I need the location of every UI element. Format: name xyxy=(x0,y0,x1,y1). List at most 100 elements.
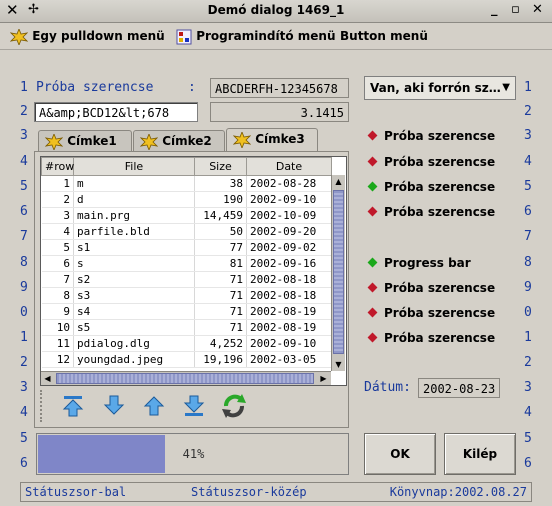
table-row[interactable]: 2 d 190 2002-09-10 xyxy=(41,191,332,208)
arrow-top-icon[interactable] xyxy=(60,393,86,419)
cell-row: 8 xyxy=(41,287,74,304)
ruler-digit: 4 xyxy=(20,154,28,169)
status-right: Könyvnap:2002.08.27 xyxy=(389,485,527,499)
horizontal-scroll-thumb[interactable] xyxy=(56,373,314,384)
cell-date: 2002-08-19 xyxy=(246,303,332,320)
tab-label: Címke2 xyxy=(162,134,212,148)
pin-icon[interactable]: ✢ xyxy=(28,3,39,17)
exit-button[interactable]: Kilép xyxy=(444,433,516,475)
scroll-up-icon[interactable]: ▲ xyxy=(332,175,345,188)
numeric-field[interactable]: 3.1415 xyxy=(210,102,349,122)
vertical-scrollbar[interactable]: ▲ ▼ xyxy=(331,175,345,371)
cell-row: 4 xyxy=(41,223,74,240)
combo-box[interactable]: Van, aki forrón sz… ▼ xyxy=(364,76,516,100)
ruler-digit: 6 xyxy=(20,456,28,471)
ruler-digit: 5 xyxy=(20,179,28,194)
red-diamond-icon xyxy=(367,130,378,141)
option-item[interactable]: Próba szerencse xyxy=(367,154,495,170)
table-row[interactable]: 3 main.prg 14,459 2002-10-09 xyxy=(41,207,332,224)
table-row[interactable]: 6 s 81 2002-09-16 xyxy=(41,255,332,272)
menu-bar: Egy pulldown menü Programindító menü But… xyxy=(0,23,552,50)
vertical-scroll-thumb[interactable] xyxy=(333,190,344,354)
date-field[interactable]: 2002-08-23 xyxy=(418,378,500,398)
menu-button[interactable]: Button menü xyxy=(340,27,428,45)
table-row[interactable]: 4 parfile.bld 50 2002-09-20 xyxy=(41,223,332,240)
ruler-digit: 3 xyxy=(20,128,28,143)
scroll-right-icon[interactable]: ▶ xyxy=(317,372,330,385)
text-field-2[interactable]: A&amp;BCD12&lt;678 xyxy=(34,102,198,122)
table-row[interactable]: 8 s3 71 2002-08-18 xyxy=(41,287,332,304)
red-diamond-icon xyxy=(367,156,378,167)
ruler-digit: 5 xyxy=(524,179,532,194)
table-row[interactable]: 5 s1 77 2002-09-02 xyxy=(41,239,332,256)
cell-row: 6 xyxy=(41,255,74,272)
ruler-digit: 5 xyxy=(20,431,28,446)
tab-cimke2[interactable]: Címke2 xyxy=(133,130,225,152)
ruler-digit: 8 xyxy=(20,255,28,270)
cell-file: s3 xyxy=(73,287,195,304)
cell-size: 81 xyxy=(194,255,247,272)
cell-file: s xyxy=(73,255,195,272)
ruler-digit: 2 xyxy=(524,355,532,370)
text-field-1[interactable]: ABCDERFH-12345678 xyxy=(210,78,349,98)
ruler-digit: 4 xyxy=(524,405,532,420)
red-diamond-icon xyxy=(367,307,378,318)
option-progress-bar[interactable]: Progress bar xyxy=(367,255,471,271)
progress-bar: 41% xyxy=(36,433,349,475)
table-row[interactable]: 9 s4 71 2002-08-19 xyxy=(41,303,332,320)
option-item[interactable]: Próba szerencse xyxy=(367,128,496,144)
file-grid: #row File Size Date 1 m 38 2002-08-28 2 d 190… xyxy=(40,156,347,386)
cell-date: 2002-08-18 xyxy=(246,271,332,288)
close-icon[interactable]: ✕ xyxy=(532,3,543,17)
minimize-icon[interactable]: _ xyxy=(491,3,498,17)
table-row[interactable]: 1 m 38 2002-08-28 xyxy=(41,175,332,192)
horizontal-scrollbar[interactable]: ◀ ▶ xyxy=(41,371,331,385)
status-center: Státuszsor-közép xyxy=(191,485,307,499)
option-label: Próba szerencse xyxy=(384,306,496,320)
cell-row: 10 xyxy=(41,319,74,336)
ruler-digit: 4 xyxy=(524,154,532,169)
column-header-row[interactable]: #row xyxy=(41,157,74,176)
column-header-size[interactable]: Size xyxy=(194,157,247,176)
x-logo-icon[interactable]: ✕ xyxy=(6,3,19,18)
maximize-icon[interactable]: ▫ xyxy=(511,3,520,17)
table-row[interactable]: 7 s2 71 2002-08-18 xyxy=(41,271,332,288)
table-row[interactable]: 11 pdialog.dlg 4,252 2002-09-10 xyxy=(41,335,332,352)
date-label: Dátum: xyxy=(364,380,411,395)
table-row[interactable]: 12 youngdad.jpeg 19,196 2002-03-05 xyxy=(41,351,332,368)
option-item[interactable]: Próba szerencse xyxy=(367,305,496,321)
tab-cimke3[interactable]: Címke3 xyxy=(226,128,318,152)
menu-launcher[interactable]: Programindító menü xyxy=(176,27,336,45)
column-header-date[interactable]: Date xyxy=(246,157,332,176)
cell-file: pdialog.dlg xyxy=(73,335,195,352)
cell-date: 2002-08-19 xyxy=(246,319,332,336)
scroll-left-icon[interactable]: ◀ xyxy=(41,372,54,385)
column-header-file[interactable]: File xyxy=(73,157,195,176)
option-item[interactable]: Próba szerencse xyxy=(367,204,495,220)
tab-cimke1[interactable]: Címke1 xyxy=(38,130,132,152)
ok-button[interactable]: OK xyxy=(364,433,436,475)
option-item[interactable]: Próba szerencse xyxy=(367,179,495,195)
ruler-digit: 6 xyxy=(524,456,532,471)
cell-date: 2002-09-20 xyxy=(246,223,332,240)
arrow-bottom-icon[interactable] xyxy=(181,393,207,419)
menu-pulldown-label: Egy pulldown menü xyxy=(32,29,165,43)
cell-file: parfile.bld xyxy=(73,223,195,240)
cell-size: 4,252 xyxy=(194,335,247,352)
table-row[interactable]: 10 s5 71 2002-08-19 xyxy=(41,319,332,336)
refresh-icon[interactable] xyxy=(218,390,250,422)
cell-size: 71 xyxy=(194,319,247,336)
option-item[interactable]: Próba szerencse xyxy=(367,280,495,296)
menu-pulldown[interactable]: Egy pulldown menü xyxy=(10,27,165,45)
menu-button-label: Button menü xyxy=(340,29,428,43)
option-label: Próba szerencse xyxy=(384,129,496,143)
option-item[interactable]: Próba szerencse xyxy=(367,330,495,346)
scroll-down-icon[interactable]: ▼ xyxy=(332,358,345,371)
cell-size: 190 xyxy=(194,191,247,208)
arrow-down-icon[interactable] xyxy=(101,393,127,419)
chevron-down-icon[interactable]: ▼ xyxy=(502,77,510,99)
cell-date: 2002-03-05 xyxy=(246,351,332,368)
arrow-up-icon[interactable] xyxy=(141,393,167,419)
program-icon xyxy=(176,29,192,44)
toolbar-handle[interactable] xyxy=(40,390,50,422)
